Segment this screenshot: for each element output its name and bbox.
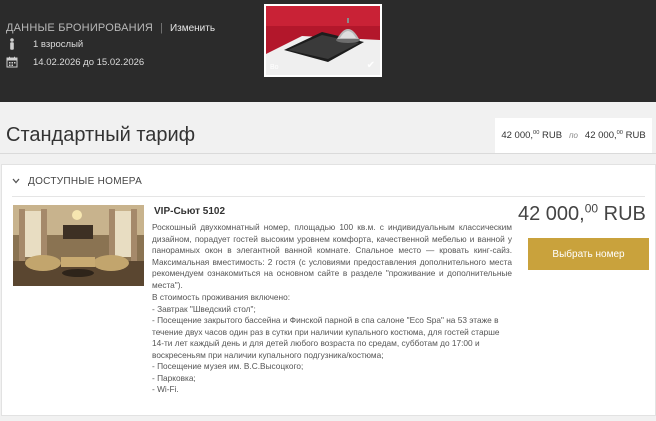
available-rooms-title: ДОСТУПНЫЕ НОМЕРА <box>28 176 143 187</box>
guests-count: 1 взрослый <box>33 38 84 50</box>
booking-title: ДАННЫЕ БРОНИРОВАНИЯ <box>6 22 154 34</box>
tariff-title: Стандартный тариф <box>6 124 196 146</box>
room-price: 42 000,00 RUB <box>518 201 646 225</box>
select-room-button[interactable]: Выбрать номер <box>528 238 649 270</box>
included-item: - Wi-Fi. <box>152 384 179 394</box>
available-rooms-card: ДОСТУПНЫЕ НОМЕРА VIP-Сьют 5102 Роскошный… <box>1 164 656 416</box>
included-item: - Посещение закрытого бассейна и Финской… <box>152 315 500 360</box>
included-item: - Посещение музея им. В.С.Высоцкого; <box>152 361 304 371</box>
range-word: по <box>569 131 578 140</box>
room-description: Роскошный двухкомнатный номер, площадью … <box>152 222 512 290</box>
suite-interior-image <box>13 205 144 286</box>
chevron-down-icon <box>12 176 20 187</box>
price-from: 42 000,00 RUB <box>501 129 563 141</box>
included-services: В стоимость проживания включено: - Завтр… <box>152 292 512 396</box>
title-separator: | <box>160 22 163 34</box>
room-name[interactable]: VIP-Сьют 5102 <box>154 206 225 217</box>
tariff-band: Стандартный тариф 42 000,00 RUB по 42 00… <box>0 102 656 154</box>
person-icon <box>6 38 18 50</box>
hotel-thumbnail[interactable]: Во ✔ <box>264 4 382 77</box>
included-item: - Завтрак "Шведский стол"; <box>152 303 256 314</box>
booking-title-row: ДАННЫЕ БРОНИРОВАНИЯ | Изменить <box>6 22 215 34</box>
stay-dates: 14.02.2026 до 15.02.2026 <box>33 56 145 68</box>
section-divider <box>12 196 645 197</box>
guests-row: 1 взрослый <box>6 38 83 50</box>
included-title: В стоимость проживания включено: <box>152 292 291 302</box>
room-photo[interactable] <box>13 205 144 286</box>
booking-header: ДАННЫЕ БРОНИРОВАНИЯ | Изменить 1 взрослы… <box>0 0 656 102</box>
available-rooms-toggle[interactable]: ДОСТУПНЫЕ НОМЕРА <box>12 176 142 187</box>
tariff-price-range: 42 000,00 RUB по 42 000,00 RUB <box>495 118 652 153</box>
check-icon: ✔ <box>366 60 375 71</box>
thumbnail-caption: Во <box>270 64 279 71</box>
change-booking-link[interactable]: Изменить <box>170 23 215 34</box>
reception-bell-image <box>266 6 380 75</box>
calendar-icon <box>6 56 18 68</box>
price-to: 42 000,00 RUB <box>584 129 646 141</box>
dates-row: 14.02.2026 до 15.02.2026 <box>6 56 144 68</box>
included-item: - Парковка; <box>152 372 196 383</box>
